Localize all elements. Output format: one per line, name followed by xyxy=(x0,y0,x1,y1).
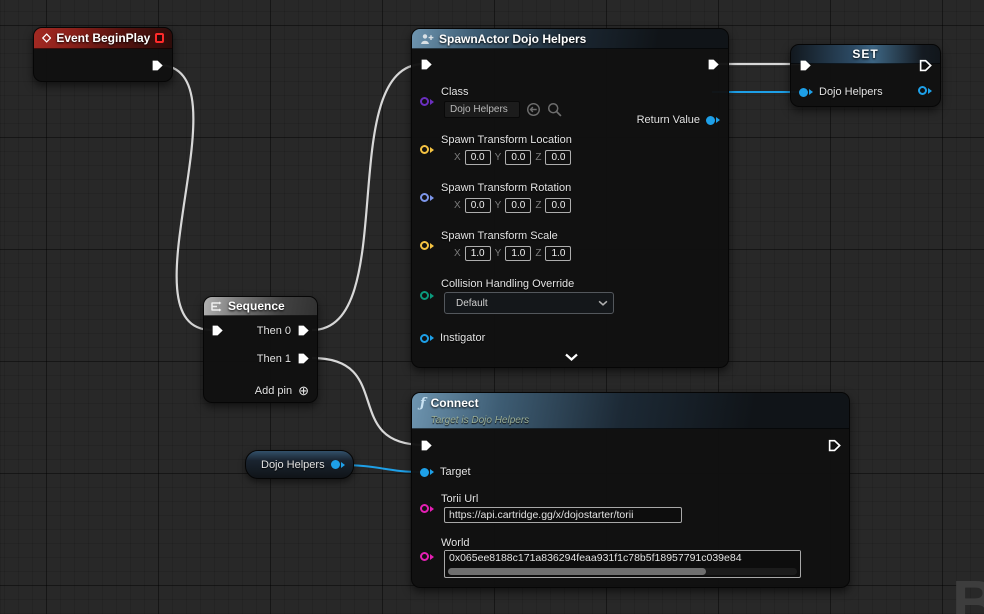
pin-beginplay-exec-out[interactable] xyxy=(151,59,164,72)
event-diamond-icon xyxy=(42,32,51,44)
exec-pin-icon xyxy=(151,59,164,72)
pin-spawn-exec-out[interactable] xyxy=(707,58,720,71)
spawn-class-label: Class xyxy=(441,86,469,98)
node-sequence[interactable]: Sequence Then 0 Then 1 Add pin ⊕ xyxy=(203,296,318,403)
pin-set-exec-in[interactable] xyxy=(799,59,812,72)
string-pin-icon xyxy=(420,552,434,561)
pin-connect-exec-in[interactable] xyxy=(420,439,433,452)
wire-then0-to-spawnactor[interactable] xyxy=(312,64,424,330)
rotation-z-field[interactable]: 0.0 xyxy=(545,198,571,213)
connect-torii-label: Torii Url xyxy=(441,493,478,505)
exec-pin-icon xyxy=(707,58,720,71)
pin-spawn-return-value[interactable]: Return Value xyxy=(637,114,720,126)
rotation-y-field[interactable]: 0.0 xyxy=(505,198,531,213)
pin-set-var-in[interactable]: Dojo Helpers xyxy=(799,86,883,98)
chevron-down-icon xyxy=(564,353,579,362)
rotator-pin-icon xyxy=(420,193,434,202)
vector-pin-icon xyxy=(420,145,434,154)
rotation-x-field[interactable]: 0.0 xyxy=(465,198,491,213)
event-marker-icon xyxy=(155,33,164,43)
exec-pin-icon xyxy=(297,324,310,337)
object-pin-icon xyxy=(918,86,932,95)
pin-connect-world[interactable] xyxy=(420,552,434,561)
node-title: Sequence xyxy=(228,299,285,313)
exec-pin-icon xyxy=(828,439,841,452)
enum-pin-icon xyxy=(420,291,434,300)
spawn-actor-icon xyxy=(420,33,434,45)
pin-connect-exec-out[interactable] xyxy=(828,439,841,452)
scale-z-field[interactable]: 1.0 xyxy=(545,246,571,261)
pin-sequence-then1[interactable]: Then 1 xyxy=(257,352,310,365)
node-connect[interactable]: ƒ Connect Target is Dojo Helpers Target … xyxy=(411,392,850,588)
exec-pin-icon xyxy=(297,352,310,365)
node-title: Event BeginPlay xyxy=(56,31,150,45)
wire-then1-to-connect[interactable] xyxy=(312,358,424,445)
class-pin-icon xyxy=(420,97,434,106)
location-y-field[interactable]: 0.0 xyxy=(505,150,531,165)
scrollbar-thumb[interactable] xyxy=(448,568,706,575)
object-pin-icon xyxy=(799,88,813,97)
sequence-add-pin-button[interactable]: Add pin ⊕ xyxy=(255,383,309,399)
pin-set-exec-out[interactable] xyxy=(919,59,932,72)
torii-url-field[interactable]: https://api.cartridge.gg/x/dojostarter/t… xyxy=(444,507,682,523)
node-get-dojo-helpers[interactable]: Dojo Helpers xyxy=(245,450,354,479)
node-title: Connect xyxy=(431,396,530,410)
vector-pin-icon xyxy=(420,241,434,250)
sequence-icon xyxy=(210,301,223,312)
pin-spawn-rotation[interactable] xyxy=(420,193,434,202)
browse-search-icon[interactable] xyxy=(547,102,562,117)
object-pin-icon xyxy=(706,116,720,125)
add-pin-icon: ⊕ xyxy=(298,383,309,399)
node-expand-button[interactable] xyxy=(564,353,579,362)
spawn-rotation-label: Spawn Transform Rotation xyxy=(441,182,571,194)
spawn-collision-label: Collision Handling Override xyxy=(441,278,574,290)
wire-beginplay-to-sequence[interactable] xyxy=(158,65,212,330)
location-z-field[interactable]: 0.0 xyxy=(545,150,571,165)
chevron-down-icon xyxy=(598,300,608,307)
object-pin-icon xyxy=(420,334,434,343)
node-title: SpawnActor Dojo Helpers xyxy=(439,32,586,46)
world-field[interactable]: 0x065ee8188c171a836294feaa931f1c78b5f189… xyxy=(444,550,801,578)
string-pin-icon xyxy=(420,504,434,513)
function-icon: ƒ xyxy=(420,396,426,411)
spawn-location-label: Spawn Transform Location xyxy=(441,134,572,146)
pin-connect-target[interactable]: Target xyxy=(420,466,471,478)
node-spawnactor-dojo-helpers[interactable]: SpawnActor Dojo Helpers Class Dojo Helpe… xyxy=(411,28,729,368)
pin-spawn-collision[interactable] xyxy=(420,291,434,300)
exec-pin-icon xyxy=(211,324,224,337)
pin-getter-out[interactable] xyxy=(331,460,345,469)
location-x-field[interactable]: 0.0 xyxy=(465,150,491,165)
spawn-class-dropdown[interactable]: Dojo Helpers xyxy=(444,101,520,118)
node-subtitle: Target is Dojo Helpers xyxy=(431,415,530,426)
blueprint-canvas[interactable]: { "colors": { "exec_wire": "#d8d8d8", "d… xyxy=(0,0,984,614)
scale-x-field[interactable]: 1.0 xyxy=(465,246,491,261)
pin-sequence-then0[interactable]: Then 0 xyxy=(257,324,310,337)
pin-spawn-location[interactable] xyxy=(420,145,434,154)
connect-world-label: World xyxy=(441,537,470,549)
node-set-dojo-helpers[interactable]: SET Dojo Helpers xyxy=(790,44,941,107)
exec-pin-icon xyxy=(420,439,433,452)
exec-pin-icon xyxy=(799,59,812,72)
world-field-scrollbar[interactable] xyxy=(448,568,797,575)
exec-pin-icon xyxy=(919,59,932,72)
pin-spawn-class[interactable] xyxy=(420,97,434,106)
spawn-scale-label: Spawn Transform Scale xyxy=(441,230,558,242)
pin-connect-torii-url[interactable] xyxy=(420,504,434,513)
pin-sequence-exec-in[interactable] xyxy=(211,324,224,337)
node-title: SET xyxy=(852,47,878,61)
pin-spawn-scale[interactable] xyxy=(420,241,434,250)
pin-spawn-instigator[interactable]: Instigator xyxy=(420,332,485,344)
pin-set-var-out[interactable] xyxy=(918,86,932,95)
spawn-collision-dropdown[interactable]: Default xyxy=(444,292,614,314)
exec-pin-icon xyxy=(420,58,433,71)
node-event-beginplay[interactable]: Event BeginPlay xyxy=(33,27,173,82)
pin-spawn-exec-in[interactable] xyxy=(420,58,433,71)
object-pin-icon xyxy=(420,468,434,477)
scale-y-field[interactable]: 1.0 xyxy=(505,246,531,261)
use-selected-icon[interactable] xyxy=(526,102,541,117)
